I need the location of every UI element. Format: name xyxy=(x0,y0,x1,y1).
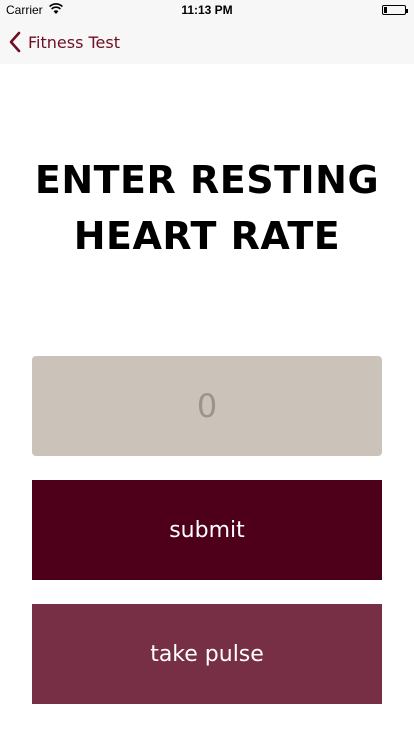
page-title: ENTER RESTING HEART RATE xyxy=(0,152,414,264)
status-time: 11:13 PM xyxy=(181,3,233,17)
status-bar: Carrier 11:13 PM xyxy=(0,0,414,20)
battery-icon xyxy=(382,5,408,15)
navigation-bar: Fitness Test xyxy=(0,20,414,64)
heart-rate-input[interactable] xyxy=(32,356,382,456)
submit-button[interactable]: submit xyxy=(32,480,382,580)
back-button[interactable]: Fitness Test xyxy=(8,20,120,64)
chevron-left-icon xyxy=(9,31,21,53)
page-title-line-1: ENTER RESTING xyxy=(34,158,380,202)
page-title-line-2: HEART RATE xyxy=(73,214,341,258)
back-button-label: Fitness Test xyxy=(28,32,121,52)
take-pulse-button[interactable]: take pulse xyxy=(32,604,382,704)
